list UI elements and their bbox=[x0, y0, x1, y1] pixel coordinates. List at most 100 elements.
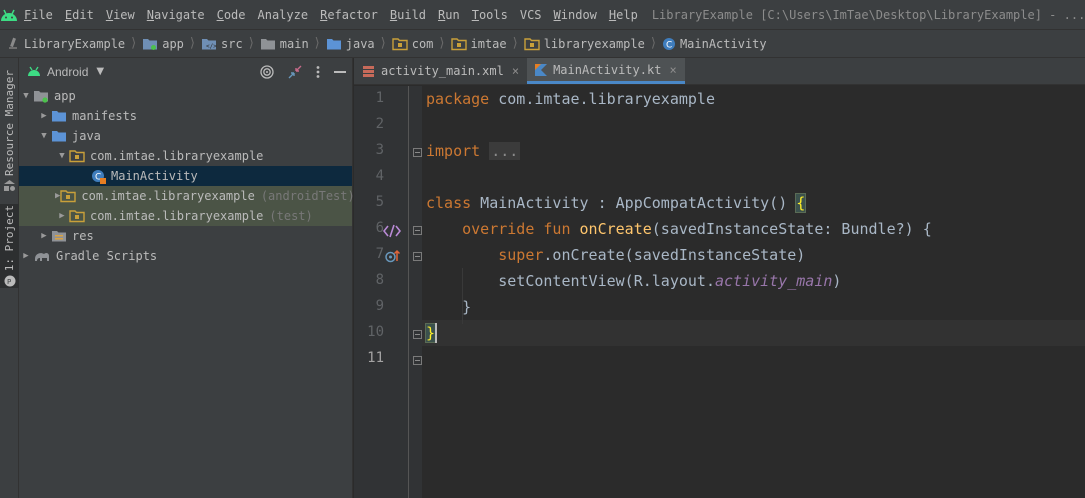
breadcrumb-java[interactable]: java bbox=[326, 37, 375, 51]
expand-arrow-icon[interactable]: ▼ bbox=[19, 91, 33, 101]
menu-code[interactable]: Code bbox=[211, 8, 252, 22]
menu-run[interactable]: Run bbox=[432, 8, 466, 22]
breadcrumb-main[interactable]: main bbox=[260, 37, 309, 51]
chevron-right-icon: ⟩ bbox=[380, 36, 386, 51]
view-mode-selector[interactable]: Android bbox=[47, 65, 88, 79]
android-studio-logo-icon bbox=[0, 0, 18, 29]
folded-imports[interactable]: ... bbox=[489, 142, 521, 160]
menu-tools[interactable]: Tools bbox=[466, 8, 514, 22]
window-title: LibraryExample [C:\Users\ImTae\Desktop\L… bbox=[651, 7, 1085, 22]
menu-navigate[interactable]: Navigate bbox=[141, 8, 211, 22]
tab-mainactivity-kt[interactable]: MainActivity.kt × bbox=[527, 58, 685, 84]
expand-arrow-icon[interactable]: ▼ bbox=[37, 131, 51, 141]
breadcrumb-mainactivity[interactable]: C MainActivity bbox=[662, 37, 767, 51]
line-number: 9 bbox=[375, 298, 384, 314]
breadcrumb-imtae[interactable]: imtae bbox=[450, 37, 507, 51]
menu-view[interactable]: View bbox=[100, 8, 141, 22]
locate-target-icon[interactable] bbox=[260, 64, 274, 79]
chevron-right-icon: ⟩ bbox=[131, 36, 137, 51]
menu-bar: File Edit View Navigate Code Analyze Ref… bbox=[0, 0, 1085, 29]
fold-marker-icon[interactable] bbox=[413, 148, 422, 157]
tab-activity-main-xml[interactable]: activity_main.xml × bbox=[354, 58, 527, 84]
text-caret bbox=[435, 323, 437, 343]
menu-analyze[interactable]: Analyze bbox=[252, 8, 315, 22]
collapse-arrow-icon[interactable]: ▶ bbox=[55, 211, 69, 221]
fold-marker-icon[interactable] bbox=[413, 356, 422, 365]
fold-marker-icon[interactable] bbox=[413, 226, 422, 235]
tree-item-package-test[interactable]: ▶ com.imtae.libraryexample (test) bbox=[19, 206, 352, 226]
collapse-arrow-icon[interactable]: ▶ bbox=[37, 231, 51, 241]
editor-gutter: 1 2 3 4 5 6 7 8 9 10 11 bbox=[354, 86, 422, 498]
chevron-right-icon: ⟩ bbox=[512, 36, 518, 51]
chevron-right-icon: ⟩ bbox=[314, 36, 320, 51]
collapse-arrow-icon[interactable]: ▶ bbox=[19, 251, 33, 261]
tree-item-res[interactable]: ▶ res bbox=[19, 226, 352, 246]
code-line-6: class MainActivity : AppCompatActivity()… bbox=[426, 193, 807, 213]
line-number: 1 bbox=[375, 90, 384, 106]
collapse-all-icon[interactable] bbox=[288, 65, 302, 79]
tree-item-gradle-scripts[interactable]: ▶ Gradle Scripts bbox=[19, 246, 352, 266]
svg-text:C: C bbox=[666, 40, 672, 50]
tree-item-java[interactable]: ▼ java bbox=[19, 126, 352, 146]
chevron-right-icon: ⟩ bbox=[189, 36, 195, 51]
chevron-right-icon: ⟩ bbox=[650, 36, 656, 51]
code-area[interactable]: 1 2 3 4 5 6 7 8 9 10 11 package com.imta… bbox=[354, 86, 1085, 498]
menu-edit[interactable]: Edit bbox=[59, 8, 100, 22]
more-options-icon[interactable] bbox=[316, 65, 320, 79]
close-icon[interactable]: × bbox=[669, 63, 676, 77]
close-icon[interactable]: × bbox=[512, 64, 519, 78]
related-xml-icon[interactable] bbox=[383, 224, 401, 238]
breadcrumb: LibraryExample ⟩ app ⟩ </> src ⟩ main ⟩ … bbox=[0, 29, 1085, 58]
code-line-11: } bbox=[424, 320, 437, 346]
menu-help[interactable]: Help bbox=[603, 8, 644, 22]
line-number: 8 bbox=[375, 272, 384, 288]
resource-manager-icon bbox=[4, 179, 15, 191]
package-folder-icon bbox=[69, 210, 85, 223]
chevron-down-icon[interactable]: ▼ bbox=[96, 66, 104, 77]
resources-folder-icon bbox=[52, 231, 66, 242]
package-folder-icon bbox=[69, 150, 85, 163]
line-number: 3 bbox=[375, 142, 384, 158]
code-line-8: super.onCreate(savedInstanceState) bbox=[498, 246, 806, 264]
tree-item-mainactivity[interactable]: C MainActivity bbox=[19, 166, 352, 186]
expand-arrow-icon[interactable]: ▼ bbox=[55, 151, 69, 161]
menu-file[interactable]: File bbox=[18, 8, 59, 22]
line-number: 11 bbox=[367, 350, 384, 366]
tree-item-package-main[interactable]: ▼ com.imtae.libraryexample bbox=[19, 146, 352, 166]
override-method-icon[interactable] bbox=[385, 249, 401, 263]
collapse-arrow-icon[interactable]: ▶ bbox=[37, 111, 51, 121]
code-line-1: package com.imtae.libraryexample bbox=[426, 90, 715, 108]
gutter-divider bbox=[408, 86, 409, 498]
resource-manager-tool-button[interactable]: Resource Manager bbox=[0, 66, 19, 196]
breadcrumb-project[interactable]: LibraryExample bbox=[6, 37, 125, 51]
menu-build[interactable]: Build bbox=[384, 8, 432, 22]
folder-icon bbox=[52, 131, 66, 142]
android-icon bbox=[28, 66, 40, 76]
project-tool-button[interactable]: 1: Project P bbox=[0, 204, 19, 288]
tree-item-manifests[interactable]: ▶ manifests bbox=[19, 106, 352, 126]
gradle-elephant-icon bbox=[35, 252, 49, 261]
breadcrumb-libraryexample[interactable]: libraryexample bbox=[524, 37, 645, 51]
package-folder-icon bbox=[524, 37, 540, 50]
fold-marker-icon[interactable] bbox=[413, 252, 422, 261]
breadcrumb-app[interactable]: app bbox=[142, 37, 184, 51]
line-number: 10 bbox=[367, 324, 384, 340]
fold-marker-icon[interactable] bbox=[413, 330, 422, 339]
code-line-3: import ... bbox=[426, 142, 521, 160]
menu-refactor[interactable]: Refactor bbox=[314, 8, 384, 22]
project-panel: Android ▼ ▼ app ▶ manifests ▼ java ▼ com… bbox=[19, 58, 355, 498]
menu-vcs[interactable]: VCS bbox=[514, 8, 548, 22]
tree-item-app[interactable]: ▼ app bbox=[19, 86, 352, 106]
tree-item-package-androidtest[interactable]: ▶ com.imtae.libraryexample (androidTest) bbox=[19, 186, 355, 206]
menu-window[interactable]: Window bbox=[548, 8, 603, 22]
kotlin-class-icon: C bbox=[92, 169, 106, 184]
project-tool-icon: P bbox=[4, 275, 15, 287]
minimize-icon[interactable] bbox=[334, 65, 346, 79]
line-number: 5 bbox=[375, 194, 384, 210]
code-line-10: } bbox=[462, 298, 472, 316]
line-number: 6 bbox=[375, 220, 384, 236]
editor-tabs: activity_main.xml × MainActivity.kt × bbox=[354, 58, 1085, 85]
current-line-highlight bbox=[422, 320, 1085, 346]
breadcrumb-com[interactable]: com bbox=[392, 37, 433, 51]
breadcrumb-src[interactable]: </> src bbox=[201, 37, 243, 51]
